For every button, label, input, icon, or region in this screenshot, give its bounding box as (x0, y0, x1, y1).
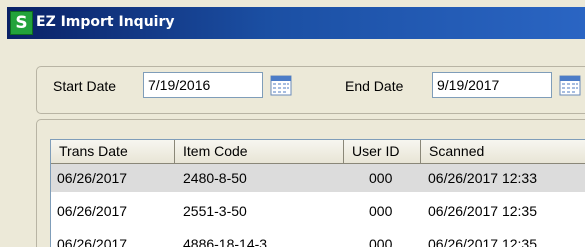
cell-trans-date: 06/26/2017 (57, 203, 128, 219)
cell-item-code: 2480-8-50 (183, 170, 247, 186)
start-date-field[interactable]: 7/19/2016 (143, 72, 263, 98)
table-row[interactable]: 06/26/2017 4886-18-14-3 000 06/26/2017 1… (51, 230, 585, 247)
cell-user-id: 000 (369, 236, 393, 247)
cell-item-code: 2551-3-50 (183, 203, 247, 219)
grid-header: Trans Date Item Code User ID Scanned (51, 140, 585, 164)
end-date-field[interactable]: 9/19/2017 (432, 72, 552, 98)
window-title: EZ Import Inquiry (36, 14, 175, 30)
cell-scanned: 06/26/2017 12:33 (428, 170, 537, 186)
cell-item-code: 4886-18-14-3 (183, 236, 268, 247)
cell-trans-date: 06/26/2017 (57, 170, 128, 186)
column-header-trans-date[interactable]: Trans Date (51, 140, 175, 164)
end-date-label: End Date (345, 78, 404, 94)
table-row[interactable]: 06/26/2017 2480-8-50 000 06/26/2017 12:3… (51, 164, 585, 192)
ez-import-inquiry-window: S EZ Import Inquiry Start Date 7/19/2016… (0, 0, 585, 247)
title-bar[interactable]: S EZ Import Inquiry (7, 7, 585, 39)
results-grid[interactable]: Trans Date Item Code User ID Scanned 06/… (50, 139, 585, 247)
end-date-calendar-icon[interactable] (559, 74, 581, 96)
column-header-item-code[interactable]: Item Code (175, 140, 344, 164)
cell-trans-date: 06/26/2017 (57, 236, 128, 247)
cell-scanned: 06/26/2017 12:35 (428, 236, 537, 247)
start-date-calendar-icon[interactable] (270, 74, 292, 96)
table-row[interactable]: 06/26/2017 2551-3-50 000 06/26/2017 12:3… (51, 197, 585, 225)
column-header-scanned[interactable]: Scanned (421, 140, 585, 164)
cell-scanned: 06/26/2017 12:35 (428, 203, 537, 219)
column-header-user-id[interactable]: User ID (344, 140, 421, 164)
cell-user-id: 000 (369, 170, 393, 186)
start-date-label: Start Date (53, 78, 117, 94)
cell-user-id: 000 (369, 203, 393, 219)
app-logo-icon: S (10, 11, 33, 35)
